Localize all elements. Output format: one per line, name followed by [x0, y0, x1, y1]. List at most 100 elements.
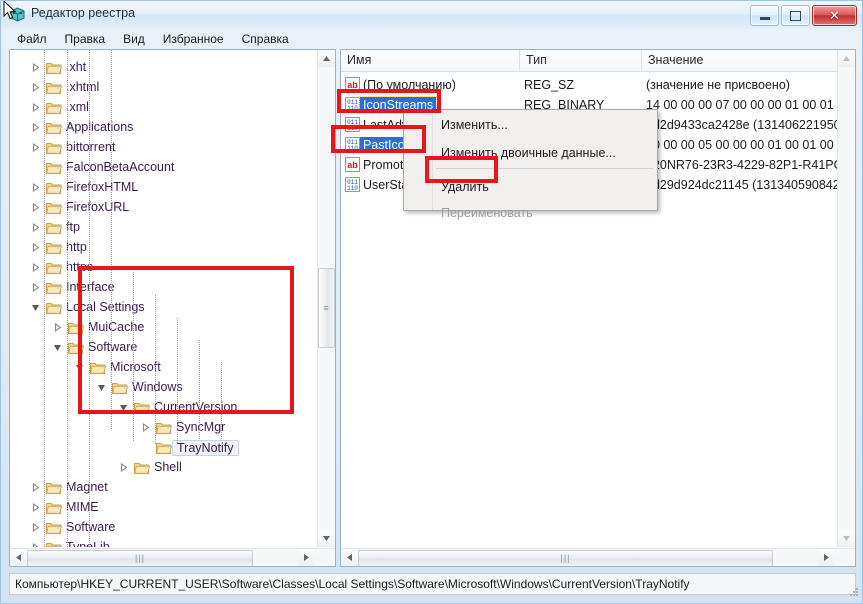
tree-item-label: Microsoft [110, 360, 161, 374]
tree-item-xhtml[interactable]: .xhtml [10, 78, 318, 98]
context-menu-item-1[interactable]: Изменить... [433, 112, 657, 138]
tree-item-applications[interactable]: Applications [10, 118, 318, 138]
tree-item-label: .xhtml [66, 80, 100, 94]
maximize-button[interactable] [781, 5, 810, 26]
minimize-button[interactable] [750, 5, 779, 26]
tree-item-label: Shell [154, 460, 182, 474]
list-scroll-up-button[interactable] [838, 50, 855, 67]
column-header-value[interactable]: Значение [642, 50, 840, 71]
tree-item-falconbetaaccount[interactable]: FalconBetaAccount [10, 158, 318, 178]
tree-vertical-scrollbar[interactable]: ≡ [317, 50, 335, 547]
chevron-right-icon[interactable] [118, 462, 129, 473]
chevron-right-icon[interactable] [30, 522, 41, 533]
chevron-down-icon[interactable] [30, 302, 41, 313]
tree-item-typelib[interactable]: TypeLib [10, 538, 318, 547]
menu-item-справка[interactable]: Справка [233, 30, 298, 48]
context-menu-item-2[interactable]: Изменить двоичные данные... [433, 140, 657, 166]
chevron-down-icon[interactable] [96, 382, 107, 393]
tree-item-ftp[interactable]: ftp [10, 218, 318, 238]
tree-item-http[interactable]: http [10, 238, 318, 258]
chevron-right-icon[interactable] [30, 142, 41, 153]
tree-item-https[interactable]: https [10, 258, 318, 278]
close-icon: ✕ [829, 8, 840, 23]
tree-scroll-right-button[interactable] [298, 549, 315, 566]
table-row[interactable]: ab (По умолчанию) REG_SZ (значение не присв… [341, 75, 855, 95]
chevron-right-icon[interactable] [30, 542, 41, 547]
chevron-right-icon[interactable] [30, 262, 41, 273]
chevron-right-icon[interactable] [30, 182, 41, 193]
tree-item-syncmgr[interactable]: SyncMgr [10, 418, 318, 438]
tree-guide-line [199, 340, 200, 440]
chevron-right-icon[interactable] [140, 422, 151, 433]
chevron-right-icon[interactable] [30, 202, 41, 213]
tree-item-mime[interactable]: MIME [10, 498, 318, 518]
list-scroll-right-button[interactable] [818, 549, 835, 566]
chevron-right-icon[interactable] [30, 482, 41, 493]
tree-item-bittorrent[interactable]: bittorrent [10, 138, 318, 158]
list-vertical-scrollbar[interactable] [837, 50, 855, 547]
column-header-type[interactable]: Тип [520, 50, 642, 71]
tree-item-firefoxhtml[interactable]: FirefoxHTML [10, 178, 318, 198]
list-scroll-down-button[interactable] [838, 530, 855, 547]
tree-horizontal-scrollbar[interactable]: ||| [10, 548, 335, 566]
chevron-right-icon[interactable] [30, 502, 41, 513]
tree-item-currentversion[interactable]: CurrentVersion [10, 398, 318, 418]
minimize-icon [759, 17, 770, 20]
folder-icon [46, 481, 63, 495]
menu-item-вид[interactable]: Вид [114, 30, 154, 48]
context-menu[interactable]: Изменить... Изменить двоичные данные... Уд… [403, 109, 658, 220]
chevron-right-icon[interactable] [30, 242, 41, 253]
tree-scroll-left-button[interactable] [10, 549, 27, 566]
close-button[interactable]: ✕ [812, 5, 857, 26]
tree-scroll-up-button[interactable] [318, 50, 335, 67]
tree-item-muicache[interactable]: MuiCache [10, 318, 318, 338]
menu-item-файл[interactable]: Файл [8, 30, 56, 48]
tree-item-xht[interactable]: .xht [10, 58, 318, 78]
tree-item-xml[interactable]: .xml [10, 98, 318, 118]
chevron-right-icon[interactable] [30, 102, 41, 113]
value-type: REG_SZ [524, 78, 575, 92]
tree-item-label: .xht [66, 60, 87, 74]
tree-item-traynotify[interactable]: TrayNotify [10, 438, 318, 458]
scroll-grip-icon: ≡ [323, 302, 330, 313]
tree-item-microsoft[interactable]: Microsoft [10, 358, 318, 378]
chevron-right-icon[interactable] [30, 122, 41, 133]
chevron-right-icon[interactable] [52, 322, 63, 333]
chevron-right-icon[interactable] [30, 282, 41, 293]
folder-icon [46, 81, 63, 95]
column-header-name[interactable]: Имя [341, 50, 520, 71]
folder-icon [46, 161, 63, 175]
folder-icon [134, 401, 151, 415]
tree-scroll-down-button[interactable] [318, 530, 335, 547]
tree-item-software[interactable]: Software [10, 338, 318, 358]
chevron-down-icon[interactable] [118, 402, 129, 413]
tree-item-local-settings[interactable]: Local Settings [10, 298, 318, 318]
menu-item-избранное[interactable]: Избранное [154, 30, 233, 48]
tree-item-magnet[interactable]: Magnet [10, 478, 318, 498]
resize-grip-icon[interactable] [847, 585, 859, 600]
tree-item-firefoxurl[interactable]: FirefoxURL [10, 198, 318, 218]
chevron-down-icon[interactable] [52, 342, 63, 353]
folder-icon [156, 441, 173, 455]
context-menu-item-3[interactable]: Удалить [433, 174, 657, 200]
tree-scroll-thumb[interactable]: ≡ [318, 268, 335, 348]
tree-item-software[interactable]: Software [10, 518, 318, 538]
list-scroll-left-button[interactable] [341, 549, 358, 566]
chevron-down-icon[interactable] [74, 362, 85, 373]
registry-tree[interactable]: .xht .xhtml .xml Applications bittorrent Falc… [10, 50, 318, 547]
svg-text:110: 110 [347, 105, 358, 112]
tree-item-shell[interactable]: Shell [10, 458, 318, 478]
binary-value-icon: 011 110 [345, 97, 360, 112]
chevron-right-icon[interactable] [30, 222, 41, 233]
tree-item-interface[interactable]: Interface [10, 278, 318, 298]
menu-item-правка[interactable]: Правка [56, 30, 115, 48]
chevron-right-icon[interactable] [30, 62, 41, 73]
list-hscroll-thumb[interactable]: ||| [358, 550, 773, 566]
chevron-right-icon[interactable] [30, 82, 41, 93]
tree-hscroll-thumb[interactable]: ||| [27, 550, 253, 566]
list-horizontal-scrollbar[interactable]: ||| [341, 548, 855, 566]
tree-item-windows[interactable]: Windows [10, 378, 318, 398]
tree-item-label: TrayNotify [172, 440, 239, 456]
tree-item-label: Windows [132, 380, 183, 394]
value-data: (значение не присвоено) [646, 78, 790, 92]
